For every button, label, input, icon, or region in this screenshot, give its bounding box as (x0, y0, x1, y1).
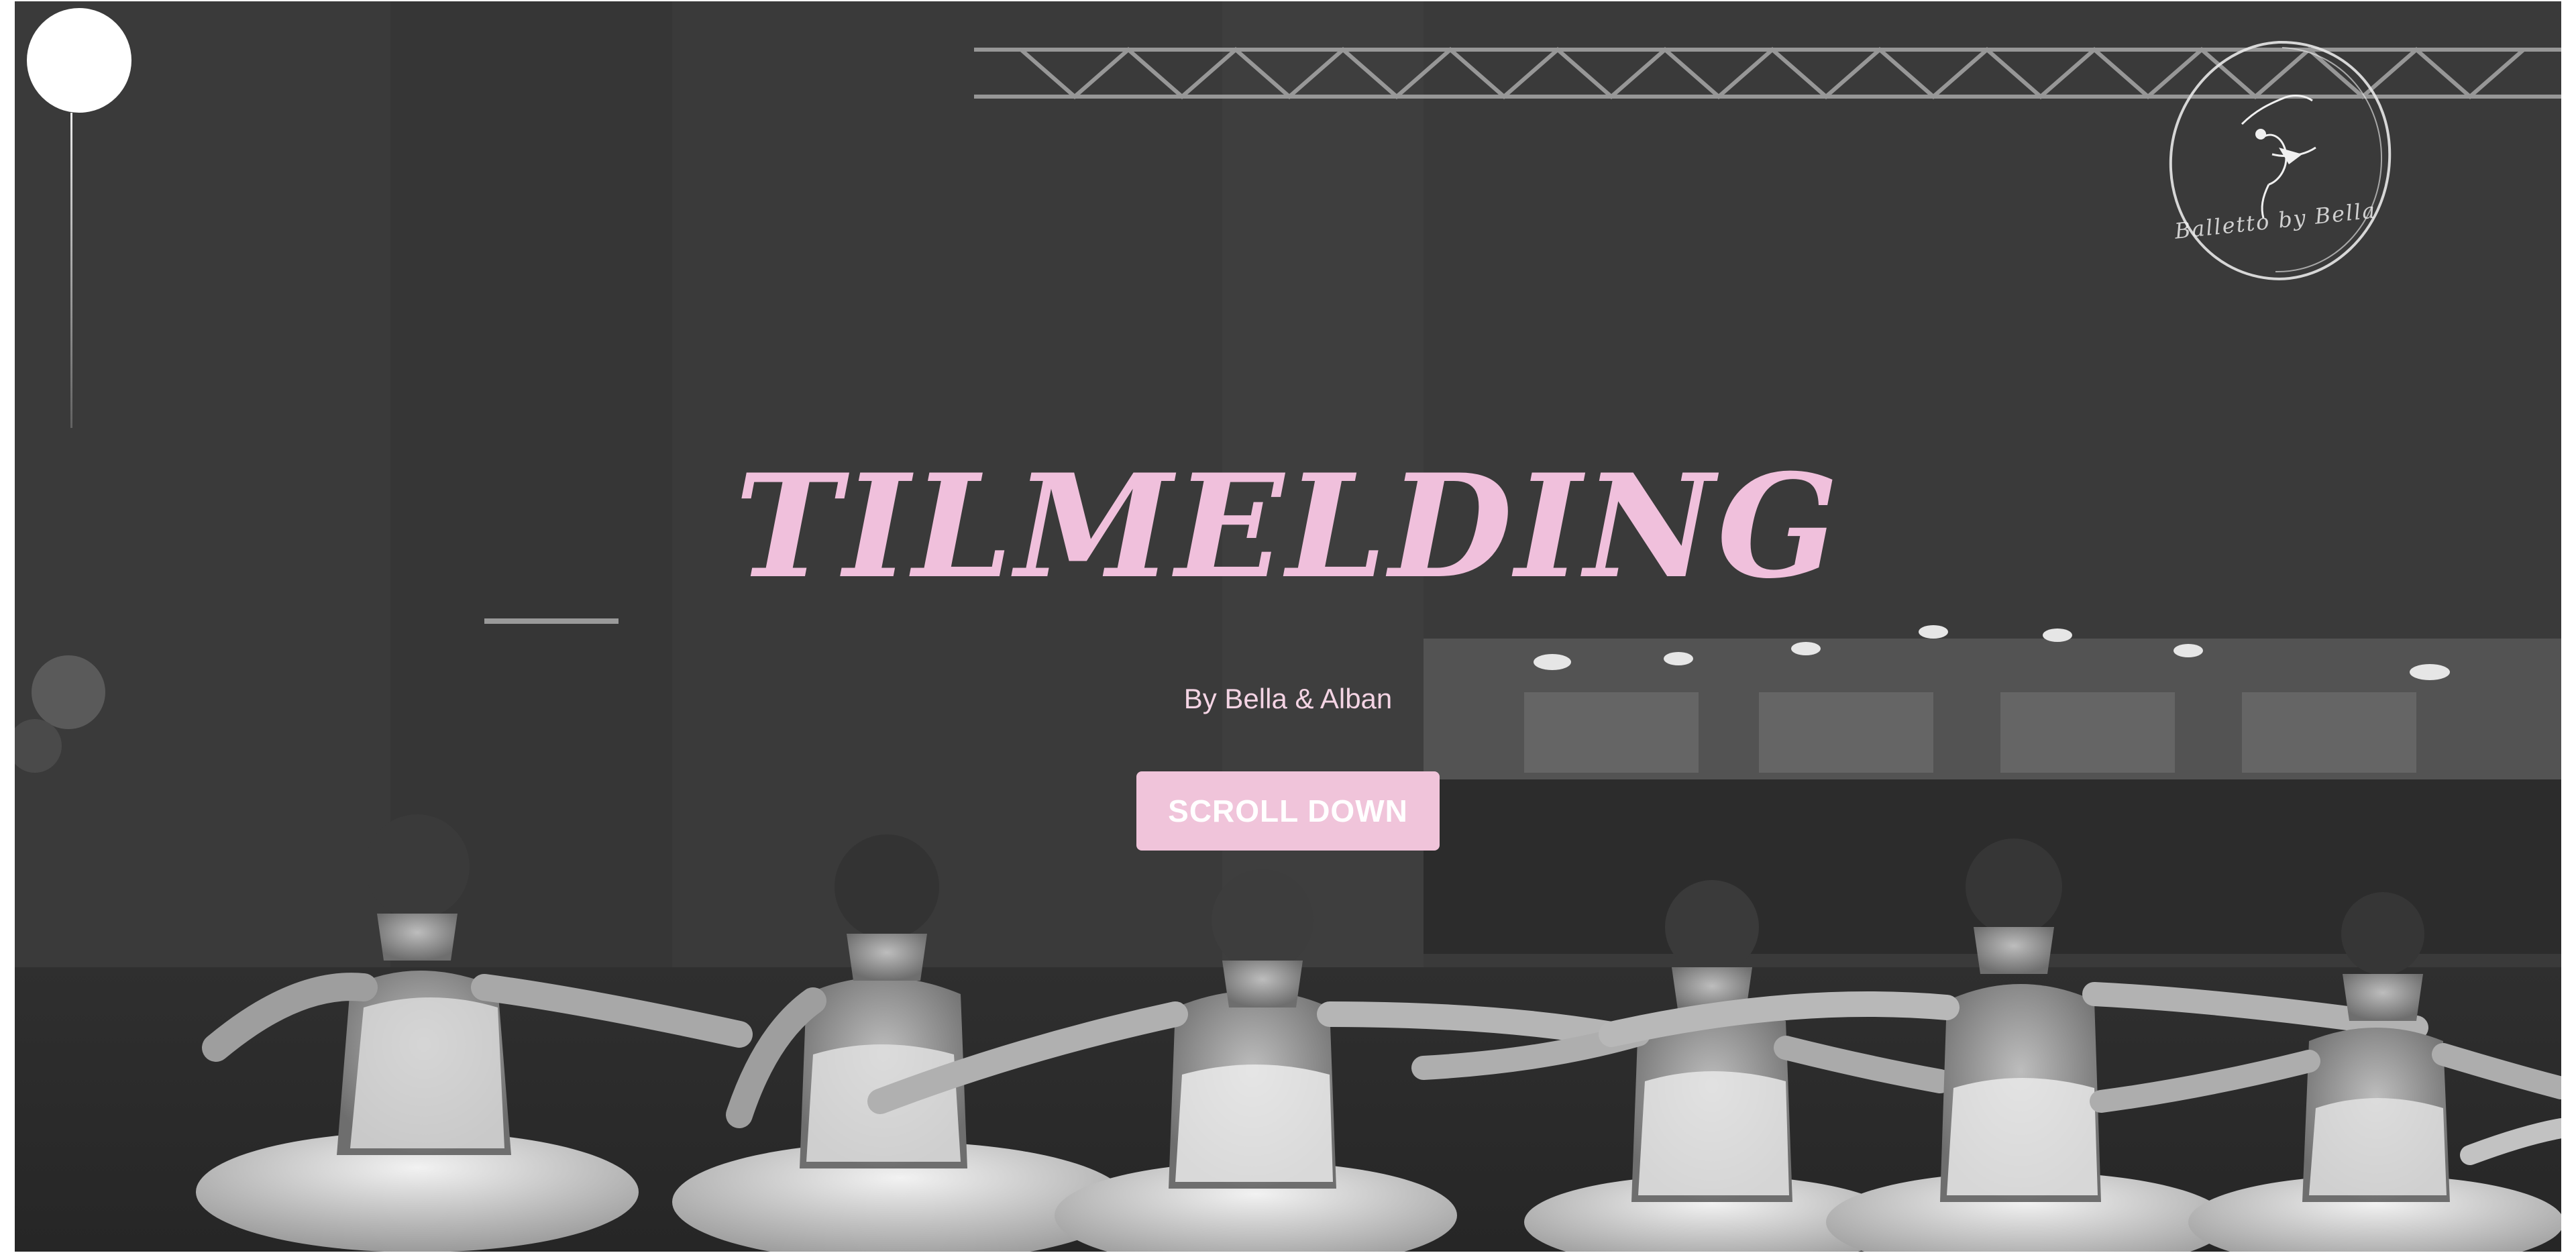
menu-divider-line (70, 113, 72, 428)
page: Balletto by Bella TILMELDING By Bella & … (0, 0, 2576, 1255)
scroll-down-button[interactable]: SCROLL DOWN (1136, 771, 1440, 851)
site-logo[interactable]: Balletto by Bella (2161, 37, 2396, 292)
menu-circle-icon[interactable] (27, 8, 131, 113)
hero-subtitle: By Bella & Alban (1183, 683, 1393, 714)
ballerina-icon (2169, 40, 2392, 280)
page-title: TILMELDING (735, 443, 1841, 610)
